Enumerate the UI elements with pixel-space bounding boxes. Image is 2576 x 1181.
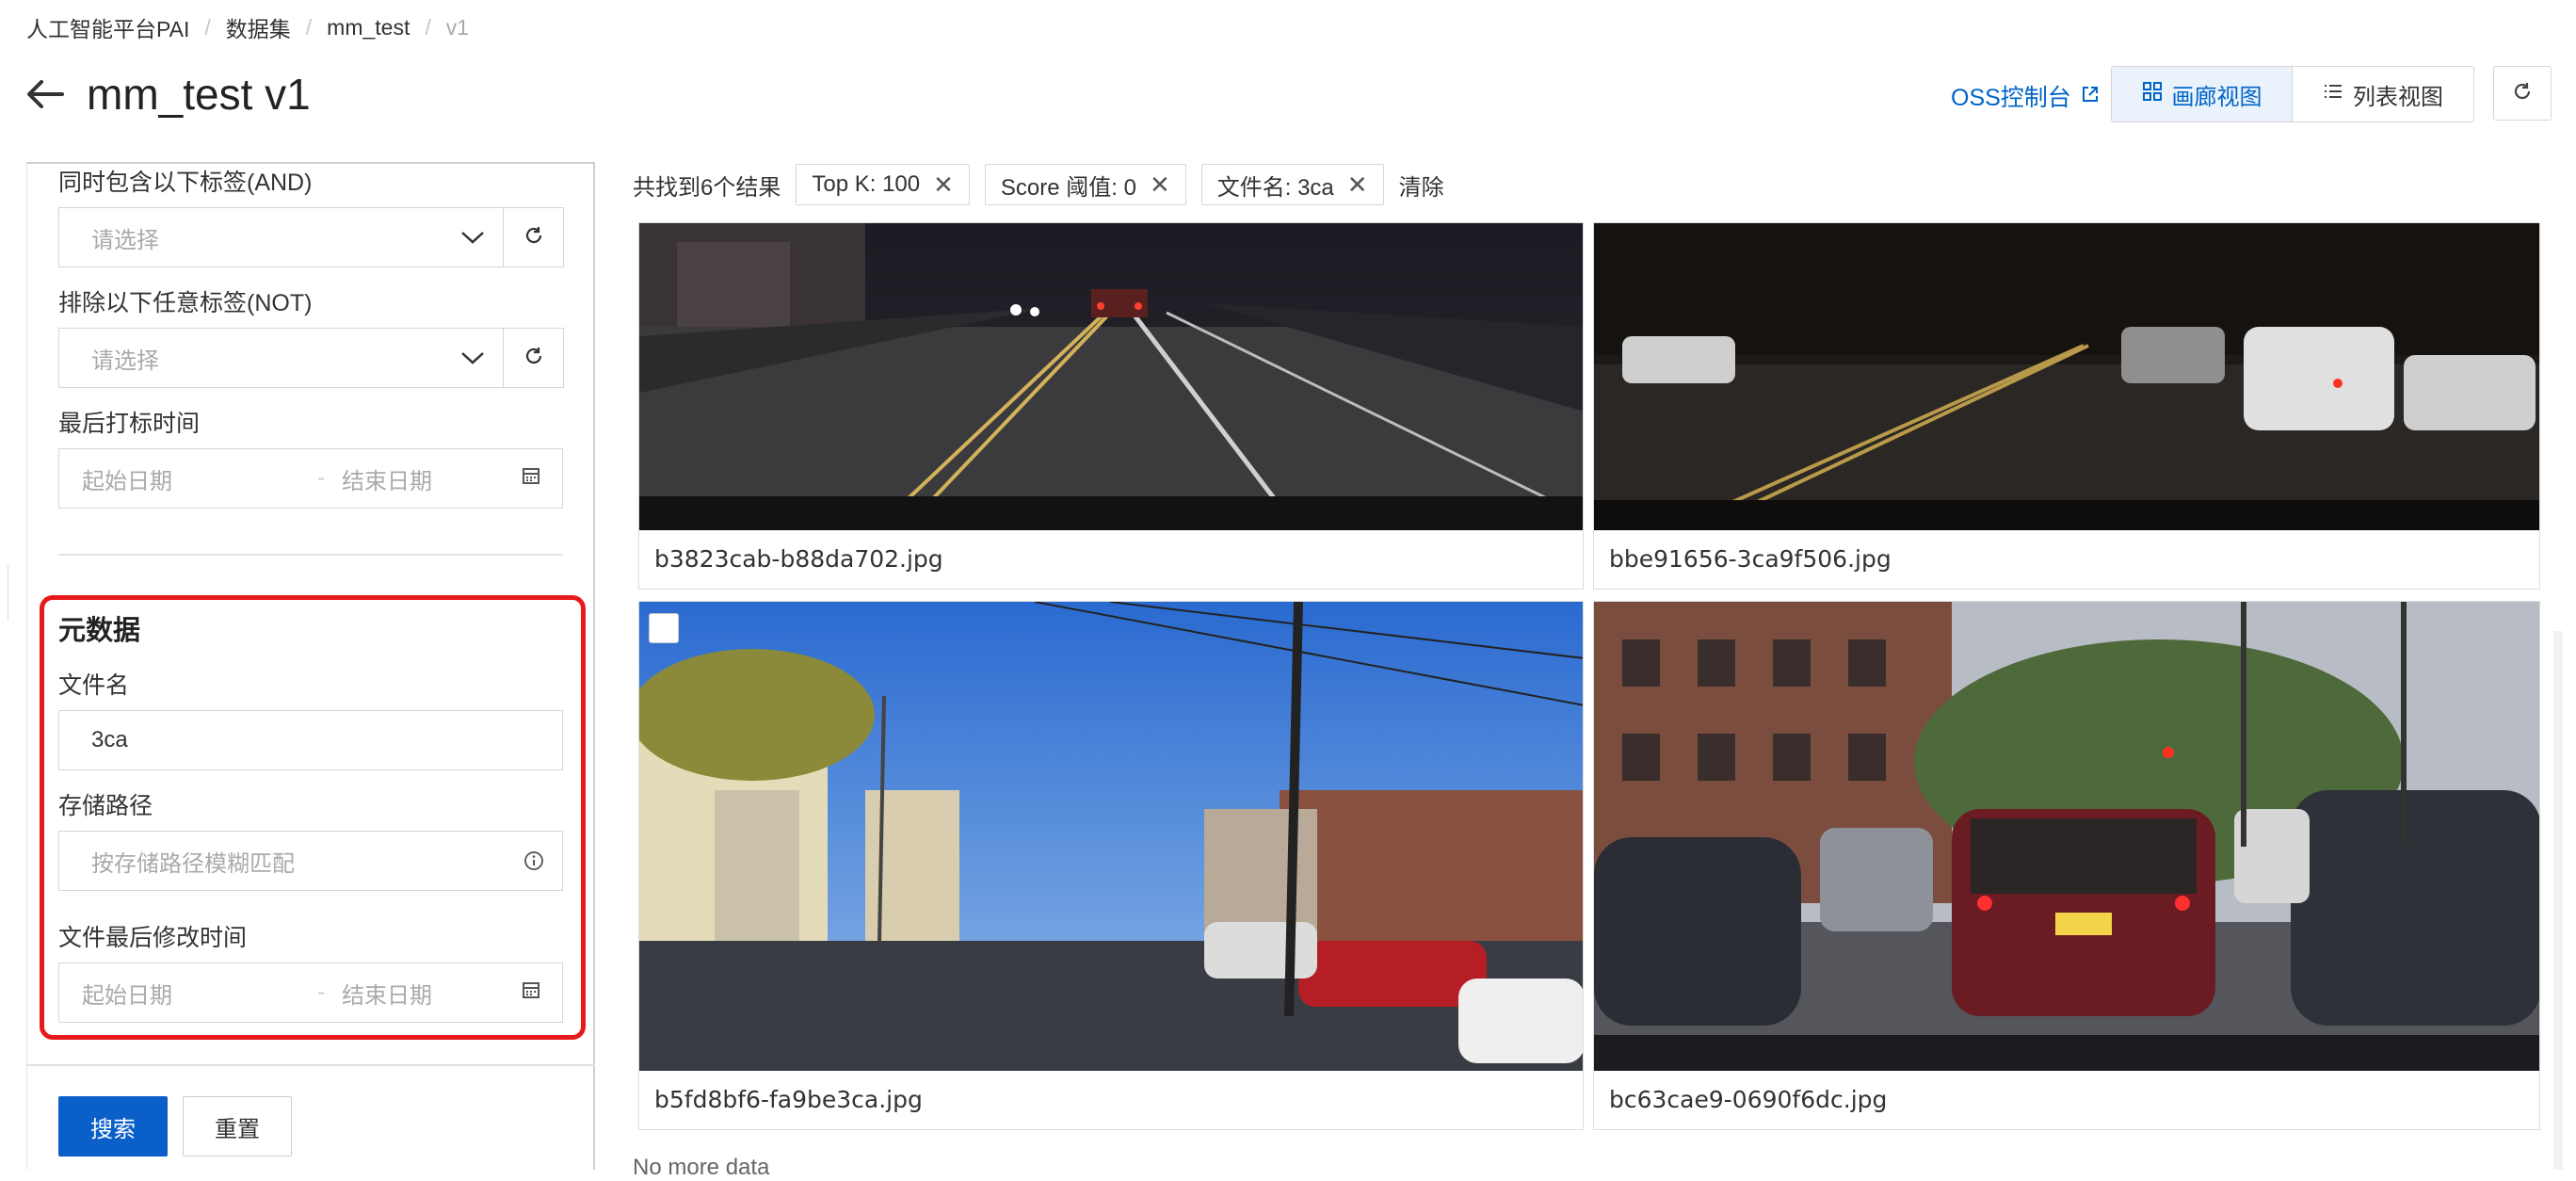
breadcrumb-separator: / (204, 14, 211, 40)
not-tags-refresh-button[interactable] (504, 328, 564, 388)
filename-input[interactable]: 3ca (58, 710, 563, 770)
gallery-view-button[interactable]: 画廊视图 (2112, 67, 2293, 121)
oss-console-link[interactable]: OSS控制台 (1951, 79, 2100, 113)
breadcrumb-item-pai[interactable]: 人工智能平台PAI (26, 11, 189, 43)
gallery-view-label: 画廊视图 (2171, 84, 2262, 110)
refresh-button[interactable] (2493, 66, 2552, 121)
oss-console-label: OSS控制台 (1951, 85, 2071, 111)
thumbnail-image[interactable] (1594, 602, 2539, 1071)
calendar-icon[interactable] (521, 465, 541, 493)
filter-tag-label: Score 阈值: 0 (1000, 174, 1136, 201)
section-divider (58, 554, 563, 556)
breadcrumb: 人工智能平台PAI / 数据集 / mm_test / v1 (26, 11, 470, 43)
metadata-section-title: 元数据 (58, 616, 141, 646)
filter-tag-label: Top K: 100 (812, 171, 921, 197)
thumbnail-image[interactable] (639, 223, 1583, 530)
filter-tag-label: 文件名: 3ca (1216, 174, 1334, 201)
storage-path-label: 存储路径 (58, 793, 153, 819)
breadcrumb-separator: / (425, 14, 431, 40)
refresh-icon (2511, 80, 2534, 107)
results-summary: 共找到6个结果 (633, 174, 781, 201)
date-separator: - (317, 465, 325, 491)
breadcrumb-item-datasets[interactable]: 数据集 (226, 11, 291, 43)
image-card[interactable]: bc63cae9-0690f6dc.jpg (1593, 601, 2540, 1130)
chevron-down-icon (443, 350, 503, 365)
filename-label: 文件名 (58, 672, 130, 699)
breadcrumb-item-version: v1 (445, 14, 470, 40)
back-arrow-icon[interactable] (23, 72, 68, 117)
search-button[interactable]: 搜索 (58, 1096, 168, 1157)
image-card[interactable]: b5fd8bf6-fa9be3ca.jpg (638, 601, 1584, 1130)
close-icon[interactable]: ✕ (933, 170, 954, 200)
not-tags-label: 排除以下任意标签(NOT) (58, 290, 313, 316)
filter-tag-score: Score 阈值: 0 ✕ (984, 164, 1186, 205)
refresh-icon (523, 345, 545, 372)
storage-path-input[interactable]: 按存储路径模糊匹配 (58, 831, 563, 891)
no-more-data-text: No more data (633, 1155, 770, 1180)
select-checkbox[interactable] (649, 613, 679, 643)
chevron-down-icon (443, 230, 503, 245)
start-date-input[interactable]: 起始日期 (82, 977, 317, 1010)
start-date-input[interactable]: 起始日期 (82, 462, 317, 495)
filename-value: 3ca (91, 727, 128, 752)
breadcrumb-item-dataset[interactable]: mm_test (327, 15, 410, 40)
and-tags-refresh-button[interactable] (504, 207, 564, 267)
list-view-label: 列表视图 (2353, 84, 2443, 110)
image-card[interactable]: bbe91656-3ca9f506.jpg (1593, 222, 2540, 590)
grid-icon (2142, 81, 2163, 108)
breadcrumb-separator: / (305, 14, 313, 40)
info-icon[interactable] (506, 850, 562, 871)
card-filename: bc63cae9-0690f6dc.jpg (1609, 1085, 1888, 1113)
not-tags-placeholder: 请选择 (91, 348, 159, 374)
card-filename: b3823cab-b88da702.jpg (654, 544, 943, 573)
last-label-time-label: 最后打标时间 (58, 411, 201, 437)
calendar-icon[interactable] (521, 979, 541, 1007)
scrollbar[interactable] (2553, 631, 2563, 1170)
and-tags-label: 同时包含以下标签(AND) (58, 170, 313, 196)
last-label-time-range[interactable]: 起始日期 - 结束日期 (58, 448, 563, 509)
storage-path-placeholder: 按存储路径模糊匹配 (91, 850, 295, 877)
list-view-button[interactable]: 列表视图 (2293, 67, 2473, 121)
view-switcher: 画廊视图 列表视图 (2111, 66, 2474, 122)
end-date-input[interactable]: 结束日期 (342, 462, 521, 495)
filter-tag-topk: Top K: 100 ✕ (796, 164, 970, 205)
collapse-handle[interactable] (0, 565, 8, 622)
and-tags-select-group: 请选择 (58, 207, 564, 267)
not-tags-select[interactable]: 请选择 (58, 328, 504, 388)
image-card[interactable]: b3823cab-b88da702.jpg (638, 222, 1584, 590)
refresh-icon (523, 224, 545, 251)
thumbnail-image[interactable] (639, 602, 1583, 1071)
card-filename: bbe91656-3ca9f506.jpg (1609, 544, 1892, 573)
card-filename: b5fd8bf6-fa9be3ca.jpg (654, 1085, 923, 1113)
results-filter-bar: 共找到6个结果 Top K: 100 ✕ Score 阈值: 0 ✕ 文件名: … (633, 162, 1444, 207)
close-icon[interactable]: ✕ (1347, 170, 1368, 200)
list-icon (2323, 81, 2343, 108)
not-tags-select-group: 请选择 (58, 328, 564, 388)
date-separator: - (317, 979, 325, 1005)
modified-time-range[interactable]: 起始日期 - 结束日期 (58, 963, 563, 1023)
clear-filters-link[interactable]: 清除 (1399, 169, 1444, 202)
and-tags-select[interactable]: 请选择 (58, 207, 504, 267)
panel-footer-divider (26, 1064, 595, 1066)
thumbnail-image[interactable] (1594, 223, 2539, 530)
end-date-input[interactable]: 结束日期 (342, 977, 521, 1010)
modified-time-label: 文件最后修改时间 (58, 925, 248, 951)
close-icon[interactable]: ✕ (1150, 170, 1170, 200)
and-tags-placeholder: 请选择 (91, 227, 159, 253)
filter-tag-filename: 文件名: 3ca ✕ (1200, 164, 1384, 205)
reset-button[interactable]: 重置 (183, 1096, 292, 1157)
external-link-icon (2081, 83, 2100, 110)
page-title: mm_test v1 (87, 70, 311, 119)
